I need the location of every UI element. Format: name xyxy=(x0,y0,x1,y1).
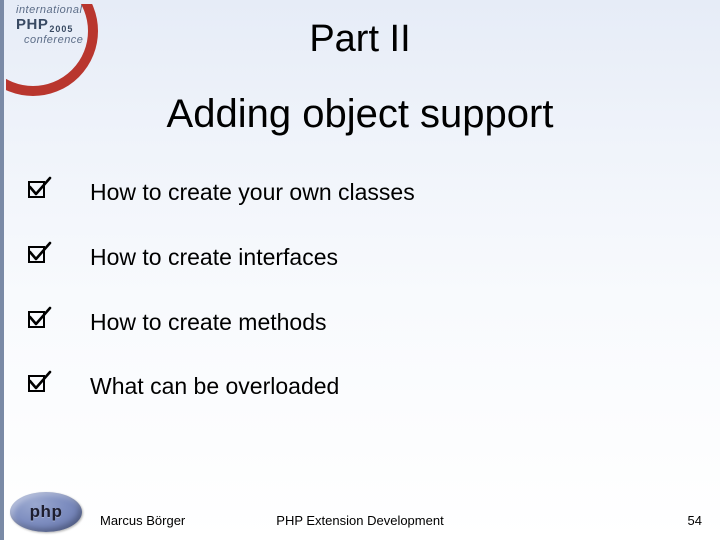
bullet-item: How to create interfaces xyxy=(28,243,700,272)
footer-title: PHP Extension Development xyxy=(0,513,720,528)
logo-line1: international xyxy=(16,4,82,16)
bullet-text: How to create methods xyxy=(90,308,327,337)
bullet-text: How to create your own classes xyxy=(90,178,415,207)
bullet-item: What can be overloaded xyxy=(28,372,700,401)
title-part: Part II xyxy=(0,18,720,61)
bullet-item: How to create methods xyxy=(28,308,700,337)
slide: international PHP2005 conference Part II… xyxy=(0,0,720,540)
title-main: Adding object support xyxy=(0,92,720,137)
checkbox-icon xyxy=(28,243,50,265)
checkbox-icon xyxy=(28,372,50,394)
bullet-text: How to create interfaces xyxy=(90,243,338,272)
footer-page-number: 54 xyxy=(688,513,702,528)
bullet-text: What can be overloaded xyxy=(90,372,339,401)
bullet-list: How to create your own classes How to cr… xyxy=(28,178,700,437)
footer: Marcus Börger PHP Extension Development … xyxy=(0,506,720,530)
checkbox-icon xyxy=(28,308,50,330)
bullet-item: How to create your own classes xyxy=(28,178,700,207)
checkbox-icon xyxy=(28,178,50,200)
